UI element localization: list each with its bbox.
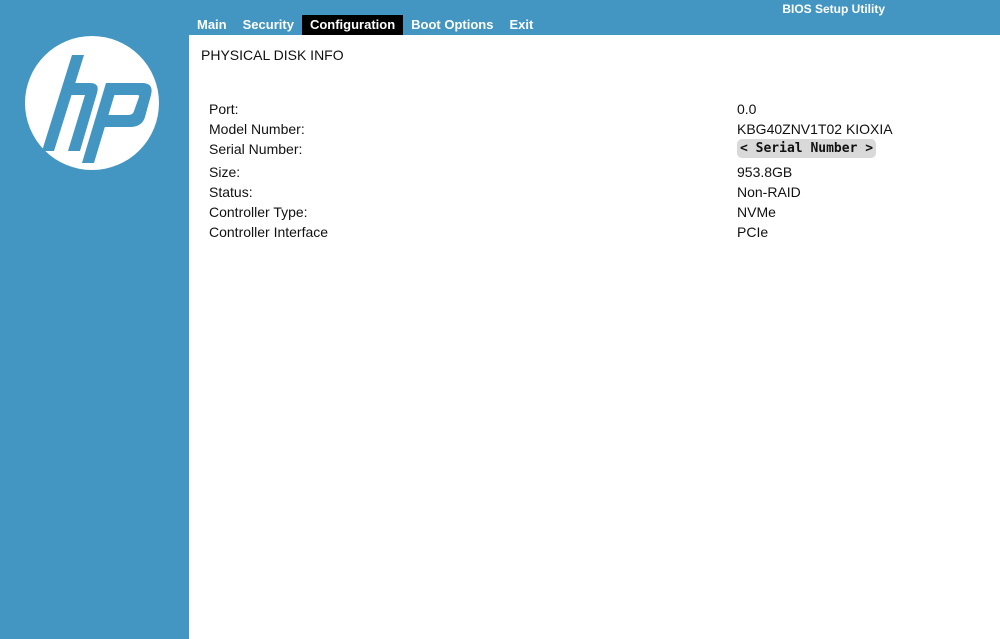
status-value: Non-RAID: [737, 184, 801, 200]
model-number-label: Model Number:: [209, 121, 305, 137]
info-row-controller-interface: Controller Interface PCIe: [189, 224, 1000, 244]
serial-number-field[interactable]: < Serial Number >: [737, 139, 877, 158]
info-row-status: Status: Non-RAID: [189, 184, 1000, 204]
serial-number-label: Serial Number:: [209, 141, 303, 157]
menu-main[interactable]: Main: [189, 15, 235, 35]
page-title: PHYSICAL DISK INFO: [201, 47, 344, 63]
main-menu: Main Security Configuration Boot Options…: [189, 15, 541, 35]
menu-security[interactable]: Security: [235, 15, 302, 35]
sidebar: [0, 0, 189, 639]
menu-boot-options[interactable]: Boot Options: [403, 15, 501, 35]
controller-type-label: Controller Type:: [209, 204, 308, 220]
size-label: Size:: [209, 164, 241, 180]
info-row-size: Size: 953.8GB: [189, 164, 1000, 184]
controller-type-value: NVMe: [737, 204, 776, 220]
port-value: 0.0: [737, 101, 757, 117]
top-menu-bar: Main Security Configuration Boot Options…: [189, 0, 1000, 35]
menu-exit[interactable]: Exit: [501, 15, 541, 35]
main-content: PHYSICAL DISK INFO Port: 0.0 Model Numbe…: [189, 35, 1000, 639]
menu-configuration[interactable]: Configuration: [301, 15, 404, 35]
hp-logo: [25, 36, 159, 170]
controller-interface-value: PCIe: [737, 224, 769, 240]
port-label: Port:: [209, 101, 239, 117]
controller-interface-label: Controller Interface: [209, 224, 329, 240]
info-row-controller-type: Controller Type: NVMe: [189, 204, 1000, 224]
app-title: BIOS Setup Utility: [782, 2, 885, 16]
info-row-serial-number: Serial Number: < Serial Number >: [189, 139, 1000, 161]
info-row-port: Port: 0.0: [189, 101, 1000, 121]
model-number-value: KBG40ZNV1T02 KIOXIA: [737, 121, 893, 137]
status-label: Status:: [209, 184, 253, 200]
info-row-model-number: Model Number: KBG40ZNV1T02 KIOXIA: [189, 121, 1000, 141]
size-value: 953.8GB: [737, 164, 793, 180]
